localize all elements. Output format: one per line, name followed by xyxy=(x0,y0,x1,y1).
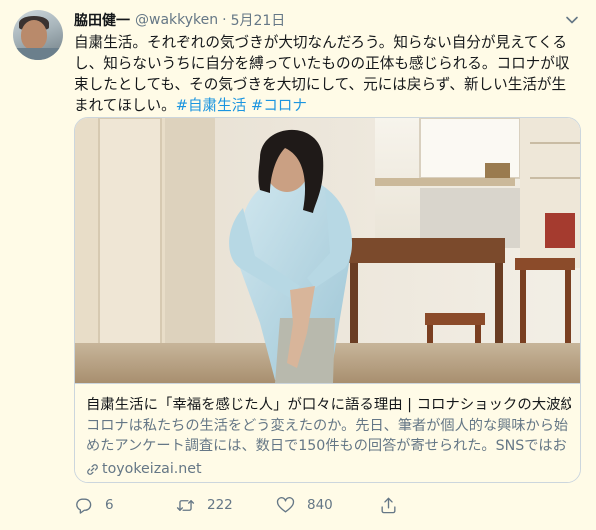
hashtag-link[interactable]: #コロナ xyxy=(251,97,307,114)
retweet-button[interactable]: 222 xyxy=(176,493,233,517)
card-text[interactable]: 自粛生活に「幸福を感じた人」が口々に語る理由 | コロナショックの大波紋 コロナ… xyxy=(75,383,580,482)
card-title[interactable]: 自粛生活に「幸福を感じた人」が口々に語る理由 | コロナショックの大波紋 xyxy=(86,395,571,415)
share-button[interactable] xyxy=(379,493,410,517)
link-icon xyxy=(87,463,98,475)
tweet-header: 脇田健一 @wakkyken · 5月21日 xyxy=(74,10,285,30)
retweet-count: 222 xyxy=(207,497,233,513)
chevron-down-icon[interactable] xyxy=(564,12,580,28)
tweet-date[interactable]: 5月21日 xyxy=(231,10,286,30)
like-button[interactable]: 840 xyxy=(276,493,333,517)
card-domain-text: toyokeizai.net xyxy=(102,461,202,477)
tweet-actions: 6 222 840 xyxy=(74,493,514,517)
reply-icon xyxy=(76,497,92,514)
tweet-text: 自粛生活。それぞれの気づきが大切なんだろう。知らない自分が見えてくるし、知らない… xyxy=(74,32,580,116)
card-domain[interactable]: toyokeizai.net xyxy=(86,459,571,479)
user-handle[interactable]: @wakkyken xyxy=(135,12,218,28)
card-image[interactable] xyxy=(75,118,581,383)
avatar-face xyxy=(21,20,47,50)
avatar[interactable] xyxy=(13,10,63,60)
user-name[interactable]: 脇田健一 xyxy=(74,10,130,30)
card-description: コロナは私たちの生活をどう変えたのか。先日、筆者が個人的な興味から始めたアンケー… xyxy=(86,418,569,454)
separator-dot: · xyxy=(222,12,227,28)
reply-button[interactable]: 6 xyxy=(74,493,114,517)
share-icon xyxy=(381,497,396,513)
tweet-body: 自粛生活。それぞれの気づきが大切なんだろう。知らない自分が見えてくるし、知らない… xyxy=(74,34,570,114)
heart-icon xyxy=(276,496,295,513)
reply-count: 6 xyxy=(105,497,114,513)
like-count: 840 xyxy=(307,497,333,513)
retweet-icon xyxy=(176,499,195,511)
hashtag-link[interactable]: #自粛生活 xyxy=(176,97,247,114)
tweet[interactable]: 脇田健一 @wakkyken · 5月21日 自粛生活。それぞれの気づきが大切な… xyxy=(0,0,596,530)
avatar-shirt xyxy=(13,48,63,60)
link-card[interactable]: 自粛生活に「幸福を感じた人」が口々に語る理由 | コロナショックの大波紋 コロナ… xyxy=(74,117,581,483)
